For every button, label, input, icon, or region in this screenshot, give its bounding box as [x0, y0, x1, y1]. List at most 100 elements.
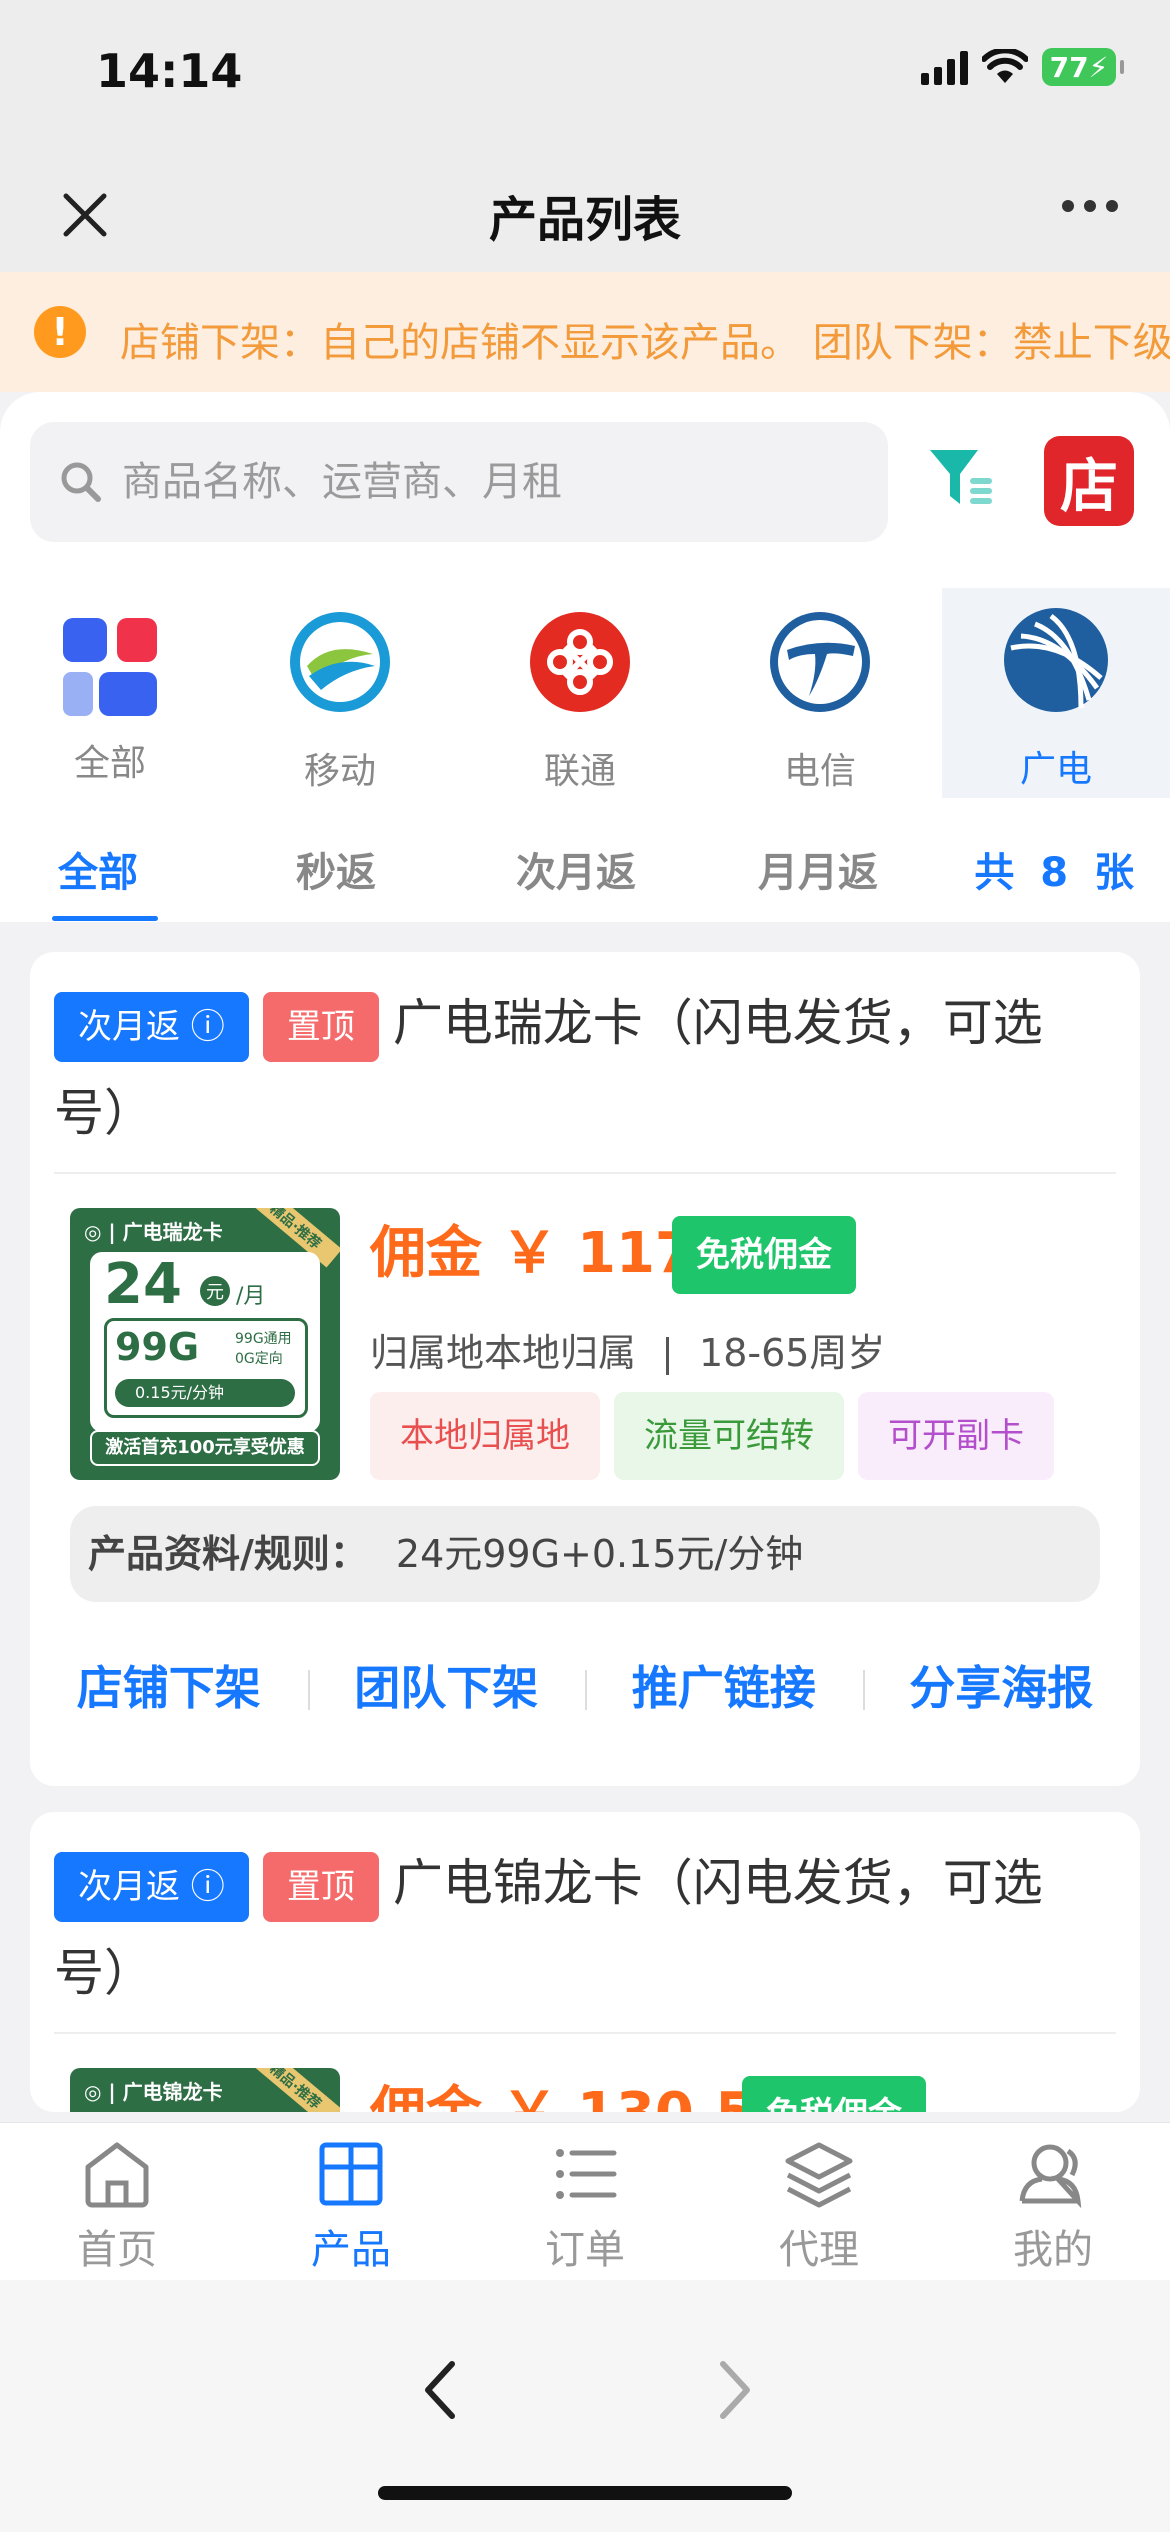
return-tag-label: 次月返	[78, 1866, 180, 1907]
product-card[interactable]: 次月返 ⓘ置顶广电锦龙卡（闪电发货，可选号） ◎ | 广电锦龙卡 精品·推荐 佣…	[30, 1812, 1140, 2112]
warning-icon: !	[34, 306, 86, 358]
tab-underline	[52, 916, 158, 921]
search-box[interactable]	[30, 422, 888, 542]
return-tag: 次月返 ⓘ	[54, 1851, 249, 1922]
tax-free-badge: 免税佣金	[742, 2076, 926, 2112]
carrier-label: 电信	[783, 751, 856, 792]
tabbar-agent[interactable]: 代理	[702, 2123, 936, 2280]
page-title: 产品列表	[488, 192, 681, 248]
list-icon	[556, 2149, 617, 2199]
feature-tag: 本地归属地	[370, 1392, 600, 1480]
tabbar-home[interactable]: 首页	[0, 2123, 234, 2280]
notice-bar: ! 店铺下架：自己的店铺不显示该产品。 团队下架：禁止下级推广	[0, 272, 1170, 392]
status-bar: 14:14 77 ⚡	[0, 0, 1170, 150]
china-mobile-logo	[290, 612, 390, 712]
signal-icon	[921, 49, 968, 85]
carrier-label: 联通	[543, 751, 616, 792]
tabbar-label: 我的	[1013, 2227, 1093, 2273]
feature-tags: 本地归属地 流量可结转 可开副卡	[370, 1392, 1054, 1480]
share-poster-button[interactable]: 分享海报	[862, 1648, 1141, 1728]
tabbar-label: 首页	[77, 2227, 157, 2273]
thumb-name-text: 广电瑞龙卡	[122, 1220, 223, 1244]
team-delist-button[interactable]: 团队下架	[307, 1648, 586, 1728]
more-icon[interactable]	[1062, 200, 1118, 212]
shop-button[interactable]: 店	[1044, 436, 1134, 526]
thumb-yuan: 元	[200, 1276, 230, 1306]
thumb-minute: 0.15元/分钟	[115, 1379, 295, 1407]
thumb-corner: 精品·推荐	[248, 2068, 340, 2112]
product-attrs: 归属地本地归属 18-65周岁	[370, 1322, 885, 1377]
thumb-data-box: 99G 99G通用 0G定向 0.15元/分钟	[104, 1318, 308, 1418]
tabbar-mine[interactable]: 我的	[936, 2123, 1170, 2280]
carrier-all[interactable]: 全部	[0, 596, 220, 806]
rules-value: 24元99G+0.15元/分钟	[395, 1532, 804, 1576]
status-time: 14:14	[96, 44, 243, 98]
shop-delist-button[interactable]: 店铺下架	[30, 1648, 308, 1728]
product-thumbnail[interactable]: ◎ | 广电瑞龙卡 精品·推荐 24 元 /月 99G 99G通用 0G定向 0.…	[70, 1208, 340, 1480]
tab-instant[interactable]: 秒返	[296, 840, 376, 898]
tabbar-label: 代理	[779, 2227, 859, 2273]
bottom-tabbar: 首页 产品 订单 代理 我的	[0, 2122, 1170, 2280]
carrier-label: 移动	[303, 751, 376, 792]
layers-icon	[785, 2142, 853, 2208]
product-count: 共 8 张	[974, 850, 1140, 896]
user-icon	[1019, 2144, 1082, 2209]
location: 归属地本地归属	[370, 1331, 637, 1375]
tabbar-label: 订单	[545, 2227, 625, 2273]
carrier-broadnet[interactable]: 广电	[942, 588, 1170, 798]
grid-icon	[63, 618, 157, 716]
divider	[54, 2032, 1116, 2034]
thumb-body: 24 元 /月 99G 99G通用 0G定向 0.15元/分钟	[90, 1252, 320, 1432]
china-broadnet-logo	[1004, 608, 1108, 712]
carrier-telecom[interactable]: 电信	[710, 596, 930, 806]
wifi-icon	[982, 49, 1028, 83]
tab-next-month[interactable]: 次月返	[516, 840, 636, 898]
home-icon	[85, 2142, 149, 2208]
home-indicator[interactable]	[378, 2486, 792, 2500]
product-card[interactable]: 次月返 ⓘ 置顶 广电瑞龙卡（闪电发货，可选号） ◎ | 广电瑞龙卡 精品·推荐 2…	[30, 952, 1140, 1786]
product-header: 次月返 ⓘ 置顶 广电锦龙卡（闪电发货，可选号）	[54, 1838, 1110, 2018]
tax-free-badge: 免税佣金	[672, 1216, 856, 1294]
return-tabs: 全部 秒返 次月返 月月返 共 8 张	[0, 832, 1170, 922]
separator	[666, 1336, 670, 1375]
thumb-note: 0G定向	[235, 1351, 283, 1367]
carrier-label: 广电	[1019, 749, 1092, 790]
thumb-data: 99G	[115, 1325, 200, 1369]
tab-monthly[interactable]: 月月返	[758, 840, 878, 898]
forward-icon[interactable]	[705, 2350, 765, 2430]
divider	[54, 1172, 1116, 1174]
status-icons: 77 ⚡	[921, 48, 1124, 86]
tabbar-orders[interactable]: 订单	[468, 2123, 702, 2280]
thumb-name-text: 广电锦龙卡	[122, 2080, 223, 2104]
card-actions: 店铺下架 团队下架 推广链接 分享海报	[30, 1648, 1140, 1728]
search-icon	[61, 462, 101, 502]
thumb-name: ◎ | 广电瑞龙卡	[84, 1220, 223, 1244]
promo-link-button[interactable]: 推广链接	[585, 1648, 863, 1728]
product-header: 次月返 ⓘ 置顶 广电瑞龙卡（闪电发货，可选号）	[54, 978, 1110, 1158]
tabbar-label: 产品	[311, 2227, 391, 2273]
tabbar-product[interactable]: 产品	[234, 2123, 468, 2280]
battery-level: 77	[1049, 50, 1089, 84]
china-unicom-logo	[530, 612, 630, 712]
pin-tag: 置顶	[262, 1851, 379, 1922]
return-tag-label: 次月返	[78, 1006, 180, 1047]
commission: 佣金 ￥ 130.5	[370, 2068, 754, 2112]
thumb-note: 99G通用	[235, 1331, 292, 1347]
product-icon	[319, 2142, 383, 2206]
back-icon[interactable]	[410, 2350, 470, 2430]
carrier-unicom[interactable]: 联通	[470, 596, 690, 806]
feature-tag: 流量可结转	[614, 1392, 844, 1480]
thumb-footer: 激活首充100元享受优惠	[90, 1430, 320, 1466]
thumb-name: ◎ | 广电锦龙卡	[84, 2080, 223, 2104]
thumb-month: /月	[236, 1284, 266, 1309]
carrier-label: 全部	[73, 743, 146, 784]
tab-all[interactable]: 全部	[58, 840, 138, 898]
search-input[interactable]	[122, 459, 842, 505]
carrier-mobile[interactable]: 移动	[230, 596, 450, 806]
filter-icon[interactable]	[926, 442, 998, 514]
product-thumbnail[interactable]: ◎ | 广电锦龙卡 精品·推荐	[70, 2068, 340, 2112]
product-rules: 产品资料/规则： 24元99G+0.15元/分钟	[70, 1506, 1100, 1602]
carrier-row: 全部 移动 联通 电信 广电	[0, 588, 1170, 806]
rules-label: 产品资料/规则：	[88, 1532, 368, 1576]
age-range: 18-65周岁	[699, 1331, 886, 1375]
